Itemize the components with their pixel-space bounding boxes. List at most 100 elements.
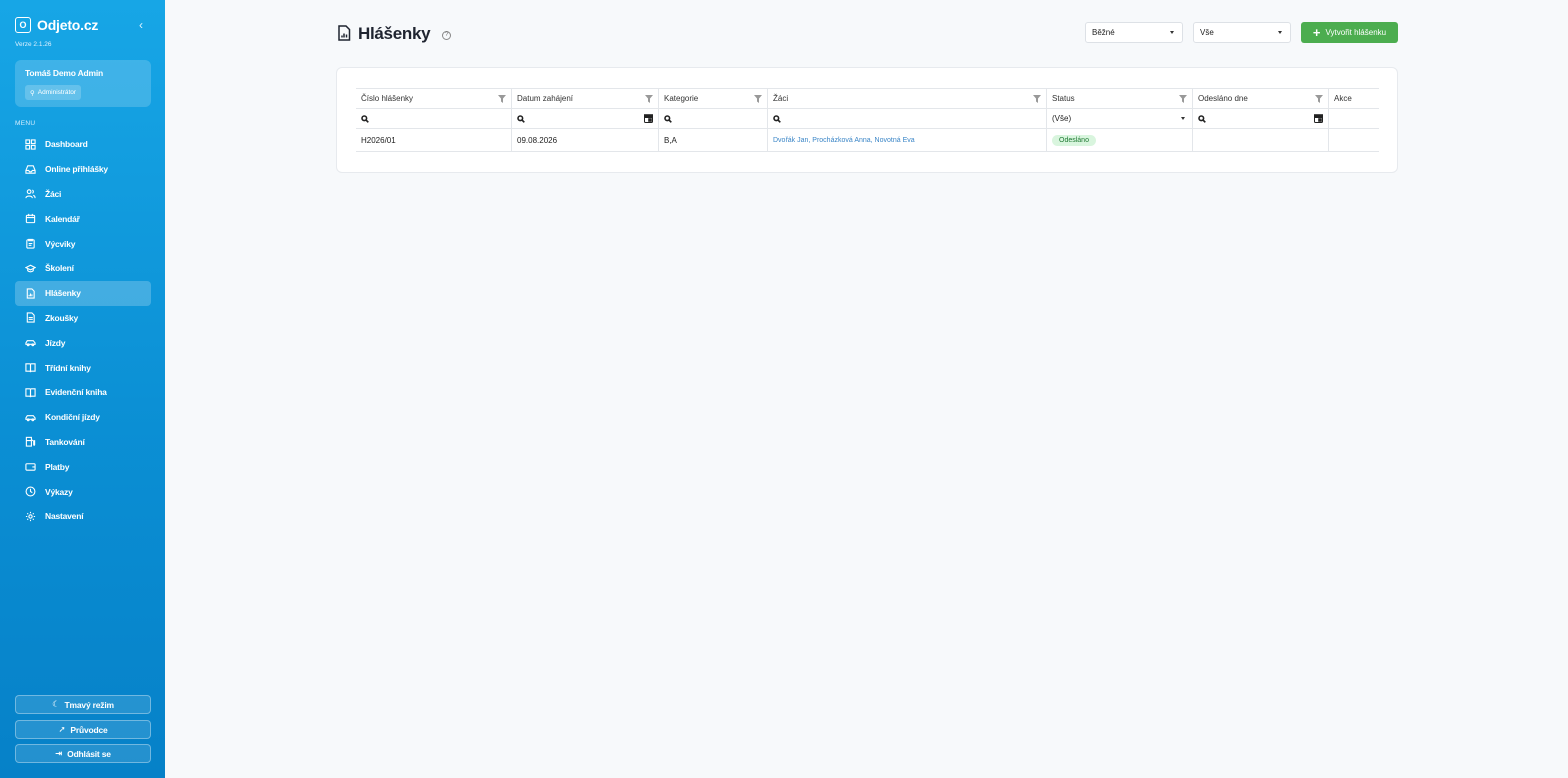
create-report-label: Vytvořit hlášenku — [1325, 28, 1387, 37]
column-header-start-date[interactable]: Datum zahájení — [512, 89, 659, 108]
sidebar-item-online-prihlasky[interactable]: Online přihlášky — [15, 157, 151, 182]
help-icon[interactable]: ? — [442, 30, 452, 40]
guide-button[interactable]: ➚ Průvodce — [15, 720, 151, 739]
table-filter-row: (Vše) — [356, 109, 1379, 129]
students-link[interactable]: Dvořák Jan, Procházková Anna, Novotná Ev… — [773, 137, 915, 144]
plus-icon: + — [1312, 24, 1321, 40]
brand-name: Odjeto.cz — [37, 17, 99, 33]
filter-input-number[interactable] — [356, 109, 512, 128]
sidebar-item-tankovani[interactable]: Tankování — [15, 430, 151, 455]
sidebar-item-vycviky[interactable]: Výcviky — [15, 231, 151, 256]
report-file-icon — [24, 287, 36, 299]
sidebar-item-label: Online přihlášky — [45, 164, 108, 175]
search-icon — [1198, 114, 1206, 123]
sidebar-item-label: Tankování — [45, 436, 85, 447]
type-filter-select[interactable]: Běžné — [1085, 22, 1183, 43]
sidebar-item-jizdy[interactable]: Jízdy — [15, 330, 151, 355]
column-header-status[interactable]: Status — [1047, 89, 1193, 108]
clock-icon — [24, 486, 36, 498]
sidebar-item-kalendar[interactable]: Kalendář — [15, 206, 151, 231]
dark-mode-button[interactable]: ☾ Tmavý režim — [15, 695, 151, 714]
filter-funnel-icon[interactable] — [1033, 95, 1041, 103]
reports-card: Číslo hlášenky Datum zahájení Kategorie … — [336, 67, 1398, 173]
scope-filter-select[interactable]: Vše — [1193, 22, 1291, 43]
cell-students: Dvořák Jan, Procházková Anna, Novotná Ev… — [768, 129, 1047, 151]
users-icon — [24, 188, 36, 200]
user-card: Tomáš Demo Admin ⚲ Administrátor — [15, 60, 151, 107]
car-icon — [24, 337, 36, 349]
sidebar-item-tridni-knihy[interactable]: Třídní knihy — [15, 355, 151, 380]
calendar-picker-icon[interactable] — [1313, 114, 1324, 123]
logout-icon: ⇥ — [55, 748, 63, 758]
sidebar-item-label: Dashboard — [45, 139, 88, 150]
filter-input-students[interactable] — [768, 109, 1047, 128]
table-row[interactable]: H2026/01 09.08.2026 B,A Dvořák Jan, Proc… — [356, 129, 1379, 152]
page-title: Hlášenky — [358, 24, 431, 43]
column-label: Status — [1052, 94, 1075, 103]
sidebar-item-kondicni-jizdy[interactable]: Kondiční jízdy — [15, 405, 151, 430]
book-icon — [24, 362, 36, 374]
cell-category: B,A — [659, 129, 768, 151]
sidebar-item-skoleni[interactable]: Školení — [15, 256, 151, 281]
sidebar-item-platby[interactable]: Platby — [15, 454, 151, 479]
dark-mode-label: Tmavý režim — [64, 699, 115, 710]
column-header-sent-date[interactable]: Odesláno dne — [1193, 89, 1329, 108]
sidebar-item-zaci[interactable]: Žáci — [15, 182, 151, 207]
cell-status: Odesláno — [1047, 129, 1193, 151]
sidebar-item-label: Hlášenky — [45, 288, 81, 299]
brand-logo-icon: O — [15, 17, 31, 33]
column-label: Kategorie — [664, 94, 699, 103]
page-header: Hlášenky ? — [337, 24, 452, 44]
collapse-sidebar-chevron-left-icon[interactable]: ‹ — [134, 17, 148, 33]
filter-funnel-icon[interactable] — [1179, 95, 1187, 103]
caret-down-icon — [1170, 31, 1174, 34]
inbox-icon — [24, 163, 36, 175]
column-header-number[interactable]: Číslo hlášenky — [356, 89, 512, 108]
sidebar-item-label: Platby — [45, 461, 70, 472]
send-icon: ➚ — [58, 724, 66, 734]
sidebar-item-zkousky[interactable]: Zkoušky — [15, 306, 151, 331]
sidebar-item-label: Nastavení — [45, 511, 84, 522]
logout-button[interactable]: ⇥ Odhlásit se — [15, 744, 151, 763]
sidebar-item-label: Třídní knihy — [45, 362, 91, 373]
column-label: Číslo hlášenky — [361, 94, 414, 103]
sidebar-item-dashboard[interactable]: Dashboard — [15, 132, 151, 157]
cell-number: H2026/01 — [356, 129, 512, 151]
sidebar-item-vykazy[interactable]: Výkazy — [15, 479, 151, 504]
filter-funnel-icon[interactable] — [754, 95, 762, 103]
column-label: Akce — [1334, 94, 1352, 103]
create-report-button[interactable]: + Vytvořit hlášenku — [1301, 22, 1398, 43]
filter-funnel-icon[interactable] — [498, 95, 506, 103]
filter-input-start-date[interactable] — [512, 109, 659, 128]
sidebar-item-hlasenky[interactable]: Hlášenky — [15, 280, 151, 306]
gear-icon — [24, 510, 36, 522]
search-icon — [517, 114, 525, 123]
brand[interactable]: O Odjeto.cz — [15, 17, 98, 33]
calendar-icon — [24, 213, 36, 225]
filter-input-sent-date[interactable] — [1193, 109, 1329, 128]
column-label: Odesláno dne — [1198, 94, 1248, 103]
role-badge: ⚲ Administrátor — [25, 85, 82, 100]
status-badge: Odesláno — [1052, 134, 1096, 146]
sidebar-item-label: Výcviky — [45, 238, 76, 249]
sidebar-item-evidencni-kniha[interactable]: Evidenční kniha — [15, 380, 151, 405]
sidebar-item-label: Zkoušky — [45, 312, 79, 323]
filter-funnel-icon[interactable] — [645, 95, 653, 103]
filter-input-category[interactable] — [659, 109, 768, 128]
sidebar-item-label: Výkazy — [45, 486, 73, 497]
sidebar-item-nastaveni[interactable]: Nastavení — [15, 504, 151, 529]
sidebar-nav: Dashboard Online přihlášky Žáci Kalendář… — [15, 132, 151, 529]
cell-sent-date — [1193, 129, 1329, 151]
dashboard-icon — [24, 138, 36, 150]
search-icon — [361, 114, 369, 123]
sidebar-item-label: Jízdy — [45, 337, 66, 348]
filter-empty-actions — [1329, 109, 1379, 128]
filter-select-status[interactable]: (Vše) — [1047, 109, 1193, 128]
filter-funnel-icon[interactable] — [1315, 95, 1323, 103]
logout-label: Odhlásit se — [67, 748, 111, 759]
column-header-students[interactable]: Žáci — [768, 89, 1047, 108]
type-filter-value: Běžné — [1092, 28, 1115, 37]
column-header-category[interactable]: Kategorie — [659, 89, 768, 108]
search-icon — [664, 114, 672, 123]
calendar-picker-icon[interactable] — [643, 114, 654, 123]
